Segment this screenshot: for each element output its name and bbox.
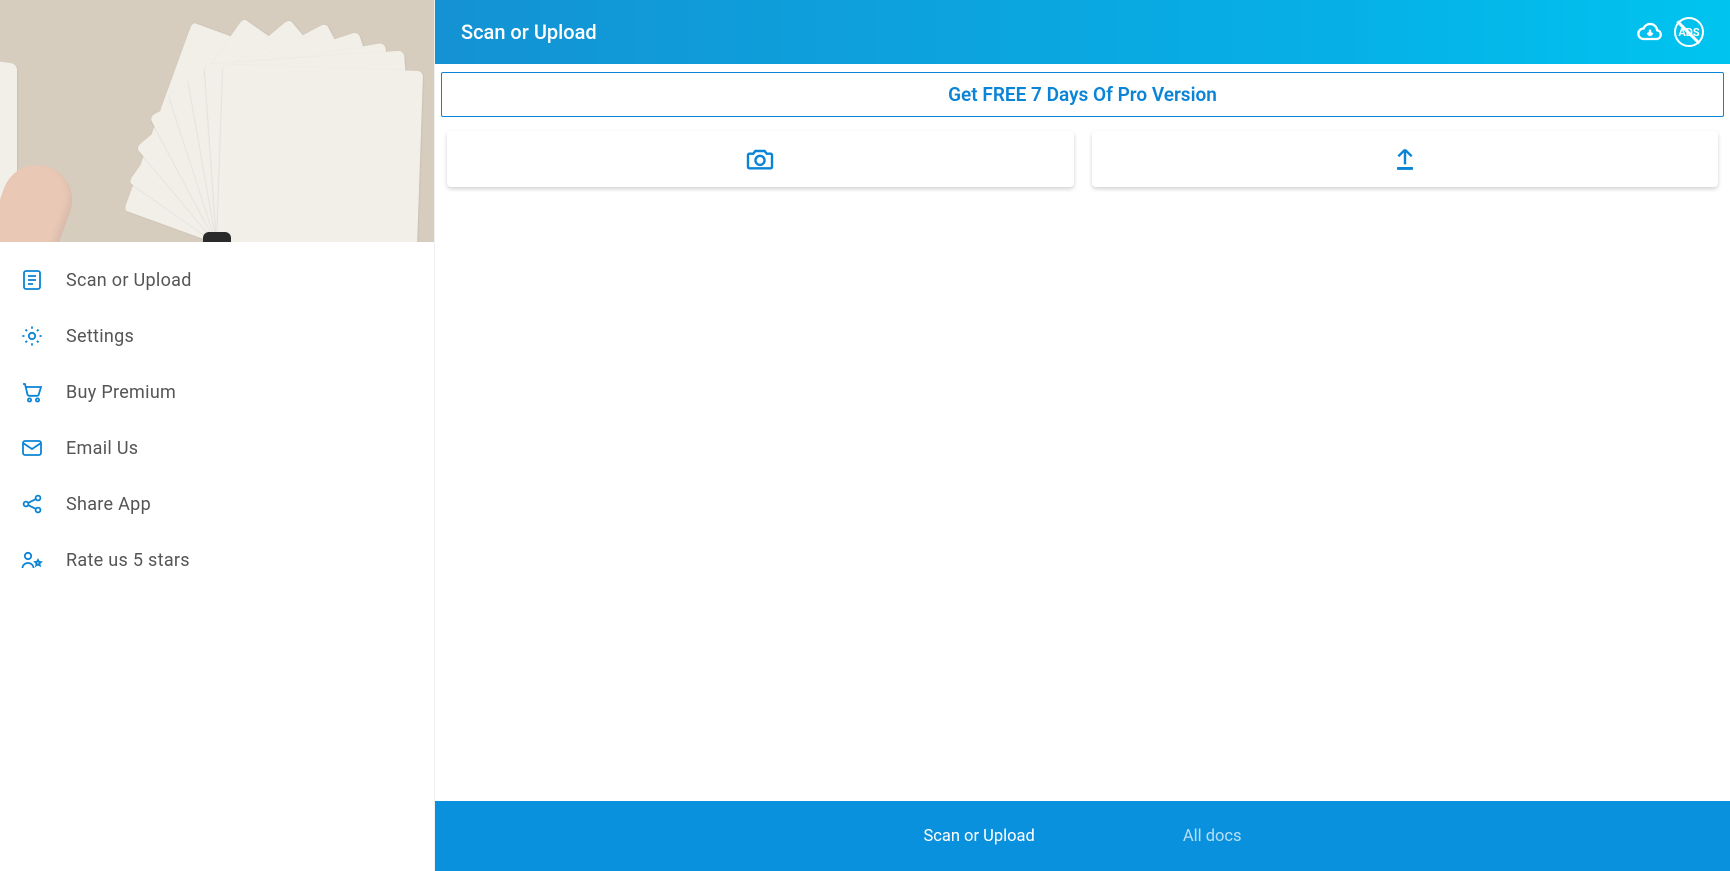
sidebar-item-buy-premium[interactable]: Buy Premium (0, 364, 434, 420)
mail-icon (20, 436, 44, 460)
no-ads-text: ADS (1678, 26, 1699, 39)
app-header: Scan or Upload ADS (435, 0, 1730, 64)
sidebar-menu: Scan or Upload Settings Buy Premium (0, 242, 434, 871)
promo-banner[interactable]: Get FREE 7 Days Of Pro Version (441, 72, 1724, 117)
sidebar-item-label: Settings (66, 326, 134, 347)
main-panel: Scan or Upload ADS Get FREE 7 Days Of Pr… (434, 0, 1730, 871)
promo-label: Get FREE 7 Days Of Pro Version (948, 83, 1217, 106)
action-row (441, 131, 1724, 187)
bottom-tab-bar: Scan or Upload All docs (435, 801, 1730, 871)
content-area: Get FREE 7 Days Of Pro Version (435, 64, 1730, 801)
scan-button[interactable] (447, 131, 1074, 187)
tab-scan-upload[interactable]: Scan or Upload (919, 821, 1038, 852)
cloud-download-icon[interactable] (1636, 18, 1664, 46)
tab-all-docs[interactable]: All docs (1179, 821, 1246, 852)
upload-button[interactable] (1092, 131, 1719, 187)
page-title: Scan or Upload (461, 20, 1626, 44)
sidebar-item-rate-us[interactable]: Rate us 5 stars (0, 532, 434, 588)
sidebar: Scan or Upload Settings Buy Premium (0, 0, 434, 871)
sidebar-item-label: Buy Premium (66, 382, 176, 403)
sidebar-item-label: Rate us 5 stars (66, 550, 190, 571)
document-icon (20, 268, 44, 292)
tab-label: All docs (1183, 827, 1242, 846)
gear-icon (20, 324, 44, 348)
sidebar-hero-image (0, 0, 434, 242)
sidebar-item-label: Scan or Upload (66, 270, 192, 291)
cart-icon (20, 380, 44, 404)
sidebar-item-label: Email Us (66, 438, 138, 459)
sidebar-item-settings[interactable]: Settings (0, 308, 434, 364)
sidebar-item-share-app[interactable]: Share App (0, 476, 434, 532)
tab-label: Scan or Upload (923, 827, 1034, 846)
sidebar-item-email-us[interactable]: Email Us (0, 420, 434, 476)
sidebar-item-scan-upload[interactable]: Scan or Upload (0, 252, 434, 308)
rate-icon (20, 548, 44, 572)
camera-icon (744, 143, 776, 175)
sidebar-item-label: Share App (66, 494, 151, 515)
share-icon (20, 492, 44, 516)
upload-icon (1389, 143, 1421, 175)
no-ads-icon[interactable]: ADS (1674, 17, 1704, 47)
